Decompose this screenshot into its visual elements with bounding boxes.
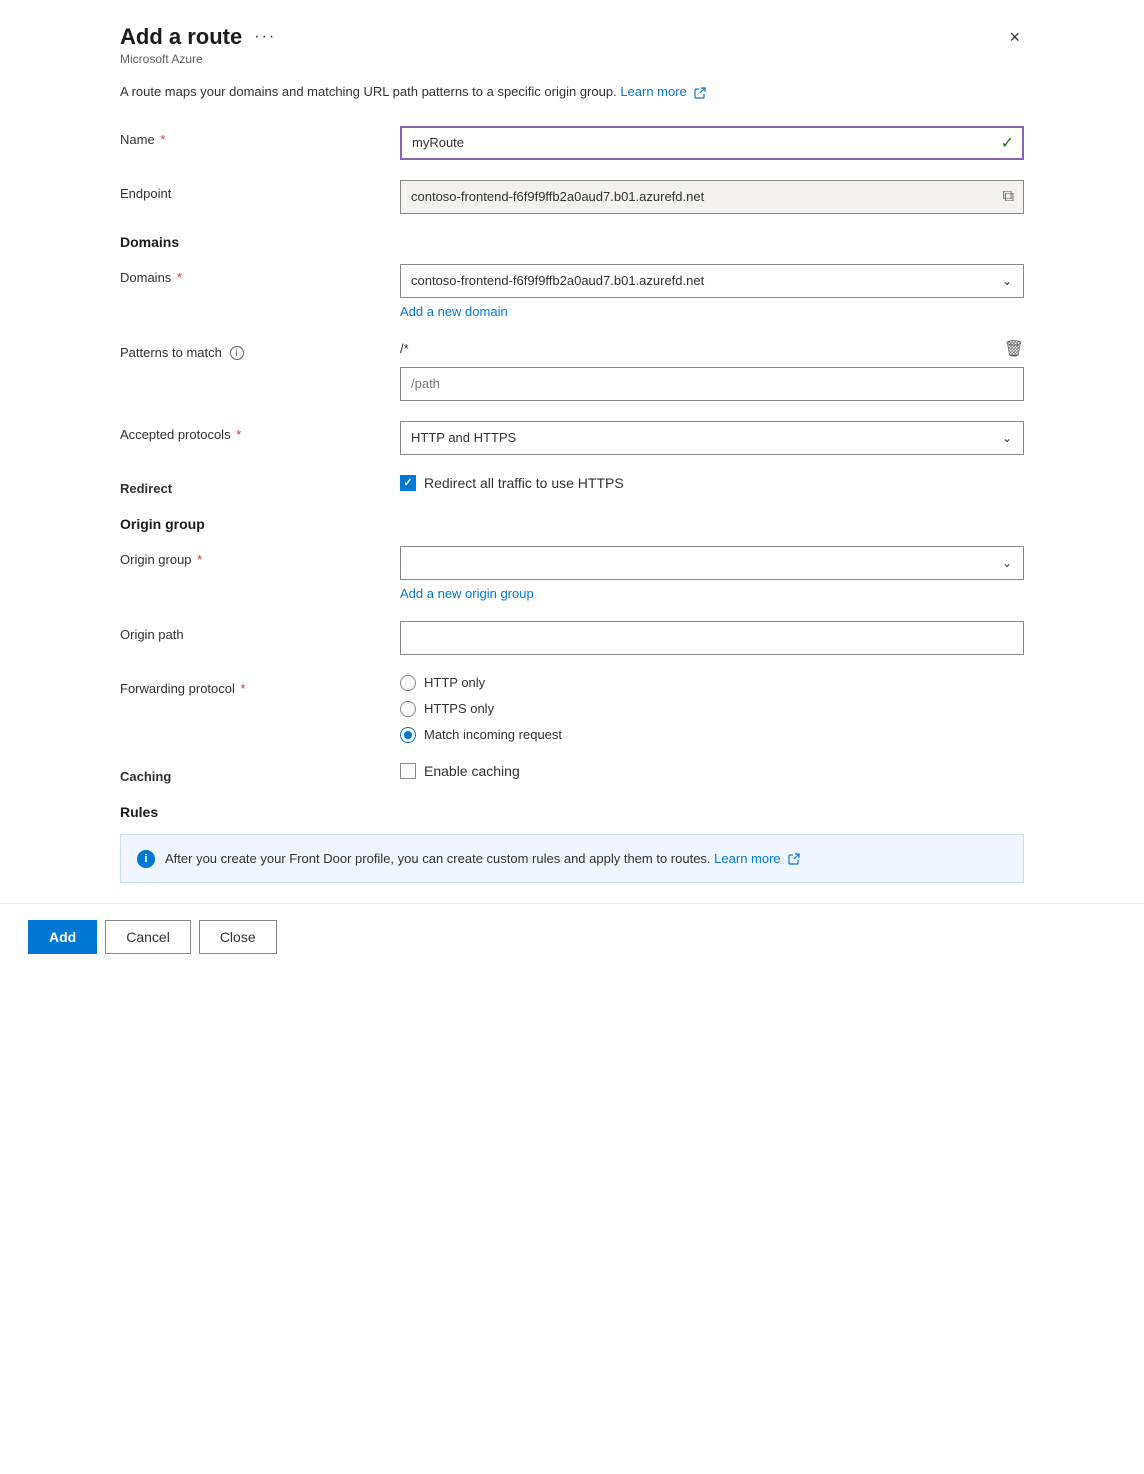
pattern-value: /* [400, 341, 996, 356]
caching-checkbox[interactable] [400, 763, 416, 779]
rules-info-box: i After you create your Front Door profi… [120, 834, 1024, 884]
delete-pattern-icon[interactable]: 🗑 [1004, 339, 1024, 359]
add-new-domain-link[interactable]: Add a new domain [400, 304, 508, 319]
origin-path-input[interactable] [400, 621, 1024, 655]
name-label: Name * [120, 126, 400, 147]
close-icon[interactable]: × [1005, 24, 1024, 50]
more-options-button[interactable]: ··· [250, 25, 280, 49]
add-button[interactable]: Add [28, 920, 97, 954]
page-title: Add a route [120, 24, 242, 50]
info-icon: i [137, 850, 155, 868]
info-box-text: After you create your Front Door profile… [165, 849, 800, 869]
forwarding-http-only-option[interactable]: HTTP only [400, 675, 1024, 691]
redirect-label: Redirect [120, 475, 400, 496]
match-incoming-radio-inner [404, 731, 412, 739]
endpoint-label: Endpoint [120, 180, 400, 201]
rules-external-link-icon [788, 853, 800, 865]
https-only-radio-button[interactable] [400, 701, 416, 717]
accepted-protocols-label: Accepted protocols * [120, 421, 400, 442]
panel-subtitle: Microsoft Azure [120, 52, 280, 66]
origin-path-label: Origin path [120, 621, 400, 642]
name-valid-icon: ✓ [1001, 133, 1014, 153]
origin-group-label: Origin group * [120, 546, 400, 567]
protocols-required-indicator: * [236, 427, 241, 442]
caching-label: Caching [120, 763, 400, 784]
match-incoming-radio-button[interactable] [400, 727, 416, 743]
rules-learn-more-link[interactable]: Learn more [714, 851, 780, 866]
forwarding-protocol-label: Forwarding protocol * [120, 675, 400, 696]
patterns-label: Patterns to match i [120, 339, 400, 361]
add-new-origin-group-link[interactable]: Add a new origin group [400, 586, 534, 601]
patterns-info-icon: i [230, 346, 244, 360]
domains-select[interactable]: contoso-frontend-f6f9f9ffb2a0aud7.b01.az… [400, 264, 1024, 298]
description-text: A route maps your domains and matching U… [120, 82, 1024, 102]
redirect-check-icon: ✓ [403, 476, 412, 489]
forwarding-required-indicator: * [241, 681, 246, 696]
endpoint-input [400, 180, 1024, 214]
domains-required-indicator: * [177, 270, 182, 285]
accepted-protocols-select[interactable]: HTTP and HTTPS HTTP only HTTPS only [400, 421, 1024, 455]
domains-label: Domains * [120, 264, 400, 285]
caching-checkbox-label: Enable caching [424, 763, 520, 779]
learn-more-link[interactable]: Learn more [620, 84, 686, 99]
pattern-path-input[interactable] [400, 367, 1024, 401]
cancel-button[interactable]: Cancel [105, 920, 191, 954]
domains-section-header: Domains [120, 234, 1024, 250]
forwarding-https-only-option[interactable]: HTTPS only [400, 701, 1024, 717]
forwarding-protocol-radio-group: HTTP only HTTPS only Match incoming requ… [400, 675, 1024, 743]
redirect-checkbox[interactable]: ✓ [400, 475, 416, 491]
name-input[interactable] [400, 126, 1024, 160]
https-only-label: HTTPS only [424, 701, 494, 716]
external-link-icon [694, 87, 706, 99]
origin-group-required-indicator: * [197, 552, 202, 567]
copy-icon[interactable]: ⧉ [1003, 188, 1014, 206]
origin-group-select[interactable] [400, 546, 1024, 580]
forwarding-match-incoming-option[interactable]: Match incoming request [400, 727, 1024, 743]
origin-group-section-header: Origin group [120, 516, 1024, 532]
close-button[interactable]: Close [199, 920, 277, 954]
http-only-label: HTTP only [424, 675, 485, 690]
redirect-checkbox-label: Redirect all traffic to use HTTPS [424, 475, 624, 491]
footer: Add Cancel Close [0, 903, 1144, 970]
rules-section-header: Rules [120, 804, 1024, 820]
name-required-indicator: * [160, 132, 165, 147]
http-only-radio-button[interactable] [400, 675, 416, 691]
match-incoming-label: Match incoming request [424, 727, 562, 742]
